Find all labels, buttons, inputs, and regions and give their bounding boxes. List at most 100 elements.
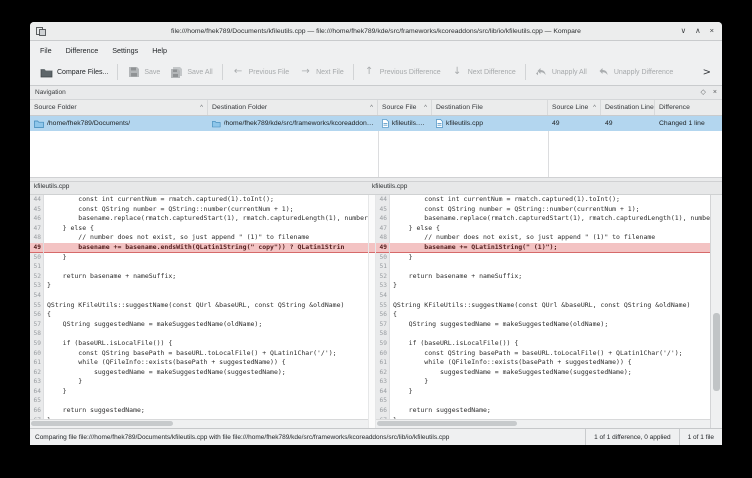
menu-file[interactable]: File [33, 44, 59, 57]
scrollbar-thumb[interactable] [377, 421, 517, 426]
line-number: 48 [376, 233, 390, 243]
code-line: 53 } [30, 281, 368, 291]
column-header-source-folder[interactable]: Source Folder^ [30, 100, 208, 115]
titlebar[interactable]: file:///home/fhek789/Documents/kfileutil… [30, 22, 722, 41]
minimize-button[interactable]: ∨ [681, 27, 687, 35]
line-text: suggestedName = makeSuggestedName(sugges… [390, 368, 710, 378]
code-line: 66 return suggestedName; [376, 406, 710, 416]
source-line-cell[interactable]: 49 [548, 116, 601, 131]
previous-file-label: Previous File [249, 69, 289, 76]
navigation-list-area[interactable] [30, 131, 722, 177]
difference-cell[interactable]: Changed 1 line [655, 116, 722, 131]
column-header-destination-folder[interactable]: Destination Folder^ [208, 100, 378, 115]
code-line: 56 { [30, 310, 368, 320]
menu-difference[interactable]: Difference [59, 44, 106, 57]
next-difference-label: Next Difference [468, 69, 516, 76]
line-number: 55 [30, 301, 44, 311]
destination-code-lines[interactable]: 44 const int currentNum = rmatch.capture… [376, 195, 710, 419]
destination-folder-cell[interactable]: /home/fhek789/kde/src/frameworks/kcoread… [208, 116, 378, 131]
cpp-file-icon [382, 119, 389, 128]
code-line: 61 while (QFileInfo::exists(basePath + s… [376, 358, 710, 368]
scrollbar-thumb[interactable] [713, 313, 720, 391]
compare-files-button[interactable]: Compare Files... [35, 63, 113, 82]
dock-close-icon[interactable]: × [713, 89, 717, 96]
previous-difference-label: Previous Difference [380, 69, 441, 76]
navigation-splitter[interactable] [548, 131, 549, 177]
unapply-all-button[interactable]: Unapply All [530, 63, 592, 82]
column-header-destination-file[interactable]: Destination File [432, 100, 548, 115]
code-line: 47 } else { [376, 224, 710, 234]
dock-float-icon[interactable]: ◇ [701, 89, 706, 96]
line-text [390, 262, 710, 272]
column-header-destination-line[interactable]: Destination Line [601, 100, 655, 115]
line-number: 63 [30, 377, 44, 387]
line-text: const QString number = QString::number(c… [390, 205, 710, 215]
save-icon [127, 66, 140, 79]
code-line: 51 [30, 262, 368, 272]
toolbar-overflow-button[interactable]: > [697, 67, 717, 78]
line-text: } else { [390, 224, 710, 234]
unapply-difference-button[interactable]: Unapply Difference [592, 63, 678, 82]
navigation-splitter[interactable] [378, 131, 379, 177]
line-text [44, 262, 368, 272]
code-line: 59 if (baseURL.isLocalFile()) { [30, 339, 368, 349]
line-number: 56 [30, 310, 44, 320]
line-text: } [44, 387, 368, 397]
line-number: 61 [30, 358, 44, 368]
destination-file-cell[interactable]: kfileutils.cpp [432, 116, 548, 131]
window-title: file:///home/fhek789/Documents/kfileutil… [30, 28, 722, 35]
next-difference-button[interactable]: ↓ Next Difference [446, 63, 521, 82]
line-text: return suggestedName; [390, 406, 710, 416]
source-file-cell[interactable]: kfileutils.cpp [378, 116, 432, 131]
line-number: 53 [376, 281, 390, 291]
line-text [390, 329, 710, 339]
destination-code-pane[interactable]: 44 const int currentNum = rmatch.capture… [376, 195, 710, 428]
diff-connector-strip [368, 195, 376, 428]
line-number: 55 [376, 301, 390, 311]
diff-pane-headers: kfileutils.cpp kfileutils.cpp [30, 182, 722, 195]
code-line: 53 } [376, 281, 710, 291]
line-number: 53 [30, 281, 44, 291]
source-code-lines[interactable]: 44 const int currentNum = rmatch.capture… [30, 195, 368, 419]
code-line: 44 const int currentNum = rmatch.capture… [376, 195, 710, 205]
menu-help[interactable]: Help [145, 44, 174, 57]
compare-files-icon [40, 66, 53, 79]
menu-settings[interactable]: Settings [105, 44, 145, 57]
line-text: QString suggestedName = makeSuggestedNam… [390, 320, 710, 330]
line-number: 58 [376, 329, 390, 339]
previous-file-button[interactable]: ← Previous File [227, 63, 294, 82]
maximize-button[interactable]: ∧ [695, 27, 701, 35]
code-line: 49 basename += basename.endsWith(QLatin1… [30, 243, 368, 253]
diff-bridge[interactable] [369, 243, 375, 253]
toolbar-separator [353, 64, 354, 80]
previous-file-icon: ← [232, 66, 245, 79]
code-line: 58 [376, 329, 710, 339]
column-header-source-file[interactable]: Source File^ [378, 100, 432, 115]
line-text: basename.replace(rmatch.capturedStart(1)… [390, 214, 710, 224]
line-text: while (QFileInfo::exists(basePath + sugg… [390, 358, 710, 368]
destination-horizontal-scrollbar[interactable] [376, 419, 710, 428]
line-text: } [390, 387, 710, 397]
scrollbar-thumb[interactable] [31, 421, 173, 426]
column-header-source-line[interactable]: Source Line^ [548, 100, 601, 115]
previous-difference-button[interactable]: ↑ Previous Difference [358, 63, 446, 82]
source-code-pane[interactable]: 44 const int currentNum = rmatch.capture… [30, 195, 368, 428]
line-number: 51 [30, 262, 44, 272]
source-horizontal-scrollbar[interactable] [30, 419, 368, 428]
code-line: 57 QString suggestedName = makeSuggested… [30, 320, 368, 330]
save-button[interactable]: Save [122, 63, 165, 82]
close-button[interactable]: × [710, 27, 714, 35]
save-all-button[interactable]: Save All [165, 63, 217, 82]
line-text: QString suggestedName = makeSuggestedNam… [44, 320, 368, 330]
line-text: const int currentNum = rmatch.captured(1… [390, 195, 710, 205]
source-folder-cell[interactable]: /home/fhek789/Documents/ [30, 116, 208, 131]
line-number: 46 [30, 214, 44, 224]
status-message: Comparing file file:///home/fhek789/Docu… [30, 434, 585, 441]
vertical-scrollbar[interactable] [710, 195, 722, 428]
line-text: { [44, 310, 368, 320]
navigation-selected-row[interactable]: /home/fhek789/Documents/ /home/fhek789/k… [30, 116, 722, 131]
destination-line-cell[interactable]: 49 [601, 116, 655, 131]
column-header-difference[interactable]: Difference [655, 100, 722, 115]
sort-indicator-icon: ^ [197, 105, 203, 111]
next-file-button[interactable]: → Next File [294, 63, 349, 82]
